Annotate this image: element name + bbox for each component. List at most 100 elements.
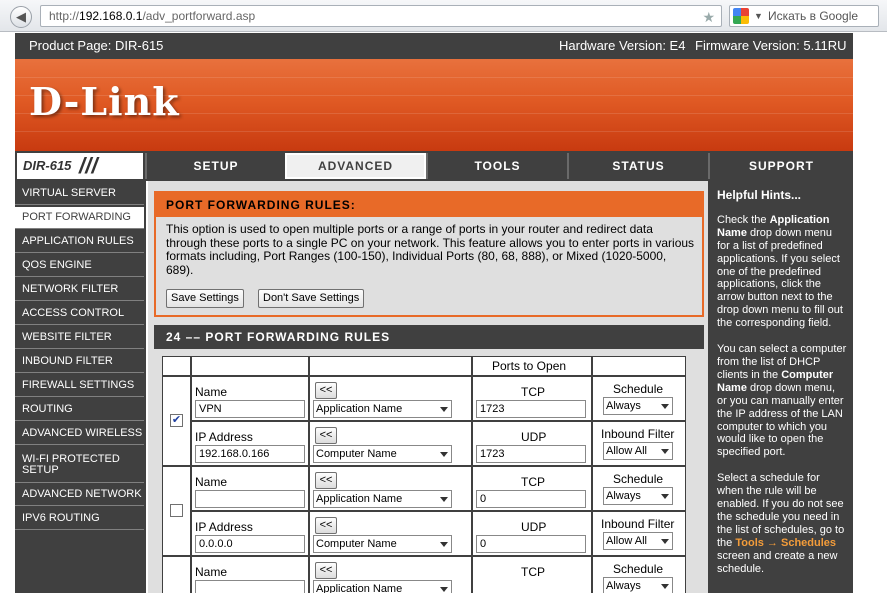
row-enable-checkbox[interactable]: ✔ <box>170 414 183 427</box>
chevron-down-icon <box>440 542 448 547</box>
application-name-select[interactable]: Application Name <box>313 580 452 593</box>
rules-info-box: PORT FORWARDING RULES: This option is us… <box>154 191 704 317</box>
application-name-select[interactable]: Application Name <box>313 400 452 418</box>
schedule-select[interactable]: Always <box>603 487 673 505</box>
sidebar-item-firewall-settings[interactable]: FIREWALL SETTINGS <box>15 375 144 397</box>
schedule-select[interactable]: Always <box>603 397 673 415</box>
url-prefix: http:// <box>49 9 80 23</box>
chevron-down-icon <box>440 587 448 592</box>
chevron-down-icon <box>661 494 669 499</box>
name-input[interactable]: VPN <box>195 400 305 418</box>
inbound-filter-label: Inbound Filter <box>601 517 675 531</box>
tcp-ports-input[interactable]: 0 <box>476 490 586 508</box>
schedule-select[interactable]: Always <box>603 577 673 593</box>
sidebar-item-advanced-network[interactable]: ADVANCED NETWORK <box>15 484 144 506</box>
dlink-logo: D-Link <box>29 79 180 124</box>
save-settings-button[interactable]: Save Settings <box>166 289 244 308</box>
row-checkbox-cell <box>162 466 191 556</box>
name-input[interactable] <box>195 580 305 593</box>
tools-schedules-link[interactable]: Tools → Schedules <box>735 537 836 549</box>
sidebar-item-advanced-wireless[interactable]: ADVANCED WIRELESS <box>15 423 144 445</box>
tab-setup[interactable]: SETUP <box>145 153 285 179</box>
computer-select-cell: << Computer Name <box>309 421 472 466</box>
sidebar-item-ipv6-routing[interactable]: IPV6 ROUTING <box>15 508 144 530</box>
model-name: DIR-615 <box>23 158 72 173</box>
name-label: Name <box>195 475 228 489</box>
sidebar-item-virtual-server[interactable]: VIRTUAL SERVER <box>15 183 144 205</box>
chevron-down-icon[interactable]: ▼ <box>754 6 763 26</box>
bookmark-star-icon[interactable]: ★ <box>702 7 715 27</box>
computer-name-select[interactable]: Computer Name <box>313 535 452 553</box>
sidebar-item-access-control[interactable]: ACCESS CONTROL <box>15 303 144 325</box>
hint-text: screen and create a new schedule. <box>717 549 838 575</box>
name-label: Name <box>195 565 228 579</box>
computer-name-select[interactable]: Computer Name <box>313 445 452 463</box>
fill-computer-arrow-button[interactable]: << <box>315 517 337 534</box>
sidebar-item-wifi-protected-setup[interactable]: WI-FI PROTECTED SETUP <box>15 447 144 483</box>
sidebar-item-port-forwarding[interactable]: PORT FORWARDING <box>15 207 144 229</box>
tab-status[interactable]: STATUS <box>567 153 708 179</box>
tcp-ports-input[interactable]: 1723 <box>476 400 586 418</box>
sidebar-item-inbound-filter[interactable]: INBOUND FILTER <box>15 351 144 373</box>
inbound-cell: Inbound Filter Allow All <box>592 421 686 466</box>
tcp-cell: TCP 0 <box>472 466 592 511</box>
sidebar-item-routing[interactable]: ROUTING <box>15 399 144 421</box>
application-name-select[interactable]: Application Name <box>313 490 452 508</box>
inbound-filter-select[interactable]: Allow All <box>603 442 673 460</box>
dont-save-settings-button[interactable]: Don't Save Settings <box>258 289 365 308</box>
tab-support[interactable]: SUPPORT <box>708 153 853 179</box>
fill-app-arrow-button[interactable]: << <box>315 472 337 489</box>
address-bar[interactable]: http://192.168.0.1/adv_portforward.asp ★ <box>40 5 722 27</box>
fill-computer-arrow-button[interactable]: << <box>315 427 337 444</box>
udp-label: UDP <box>521 520 547 534</box>
sidebar-item-application-rules[interactable]: APPLICATION RULES <box>15 231 144 253</box>
product-page: Product Page: DIR-615 <box>29 38 164 53</box>
computer-select-cell: << Computer Name <box>309 511 472 556</box>
inbound-cell: Inbound Filter Allow All <box>592 511 686 556</box>
row-enable-checkbox[interactable] <box>170 504 183 517</box>
back-icon[interactable]: ◀ <box>10 6 32 28</box>
header-blank-cell <box>309 356 472 376</box>
tcp-cell: TCP 1723 <box>472 376 592 421</box>
section-title: 24 –– PORT FORWARDING RULES <box>154 325 704 349</box>
fill-app-arrow-button[interactable]: << <box>315 562 337 579</box>
search-input[interactable]: ▼ Искать в Google <box>729 5 879 27</box>
hint-text: Check the <box>717 213 770 226</box>
tcp-label: TCP <box>521 385 545 399</box>
ip-address-input[interactable]: 0.0.0.0 <box>195 535 305 553</box>
ip-address-label: IP Address <box>195 520 253 534</box>
google-icon[interactable] <box>733 8 749 24</box>
fill-app-arrow-button[interactable]: << <box>315 382 337 399</box>
schedule-label: Schedule <box>613 382 664 396</box>
schedule-value: Always <box>606 400 641 412</box>
udp-ports-input[interactable]: 1723 <box>476 445 586 463</box>
computer-name-value: Computer Name <box>316 448 397 460</box>
app-select-cell: << Application Name <box>309 556 472 593</box>
schedule-label: Schedule <box>613 472 664 486</box>
schedule-cell: Schedule Always <box>592 556 686 593</box>
chevron-down-icon <box>661 539 669 544</box>
name-input[interactable] <box>195 490 305 508</box>
inbound-filter-select[interactable]: Allow All <box>603 532 673 550</box>
tcp-label: TCP <box>521 475 545 489</box>
udp-ports-input[interactable]: 0 <box>476 535 586 553</box>
sidebar-item-website-filter[interactable]: WEBSITE FILTER <box>15 327 144 349</box>
chevron-down-icon <box>661 404 669 409</box>
tab-advanced[interactable]: ADVANCED <box>285 153 426 179</box>
tab-tools[interactable]: TOOLS <box>426 153 567 179</box>
url-host: 192.168.0.1 <box>79 9 143 23</box>
ip-address-input[interactable]: 192.168.0.166 <box>195 445 305 463</box>
rules-title: PORT FORWARDING RULES: <box>156 193 702 217</box>
sidebar-item-network-filter[interactable]: NETWORK FILTER <box>15 279 144 301</box>
udp-label: UDP <box>521 430 547 444</box>
schedule-value: Always <box>606 580 641 592</box>
hints-title: Helpful Hints... <box>717 188 801 202</box>
chevron-down-icon <box>440 452 448 457</box>
name-label: Name <box>195 385 228 399</box>
sidebar-item-qos-engine[interactable]: QOS ENGINE <box>15 255 144 277</box>
inbound-filter-label: Inbound Filter <box>601 427 675 441</box>
schedule-label: Schedule <box>613 562 664 576</box>
application-name-value: Application Name <box>316 403 403 415</box>
ip-address-label: IP Address <box>195 430 253 444</box>
chevron-down-icon <box>440 407 448 412</box>
